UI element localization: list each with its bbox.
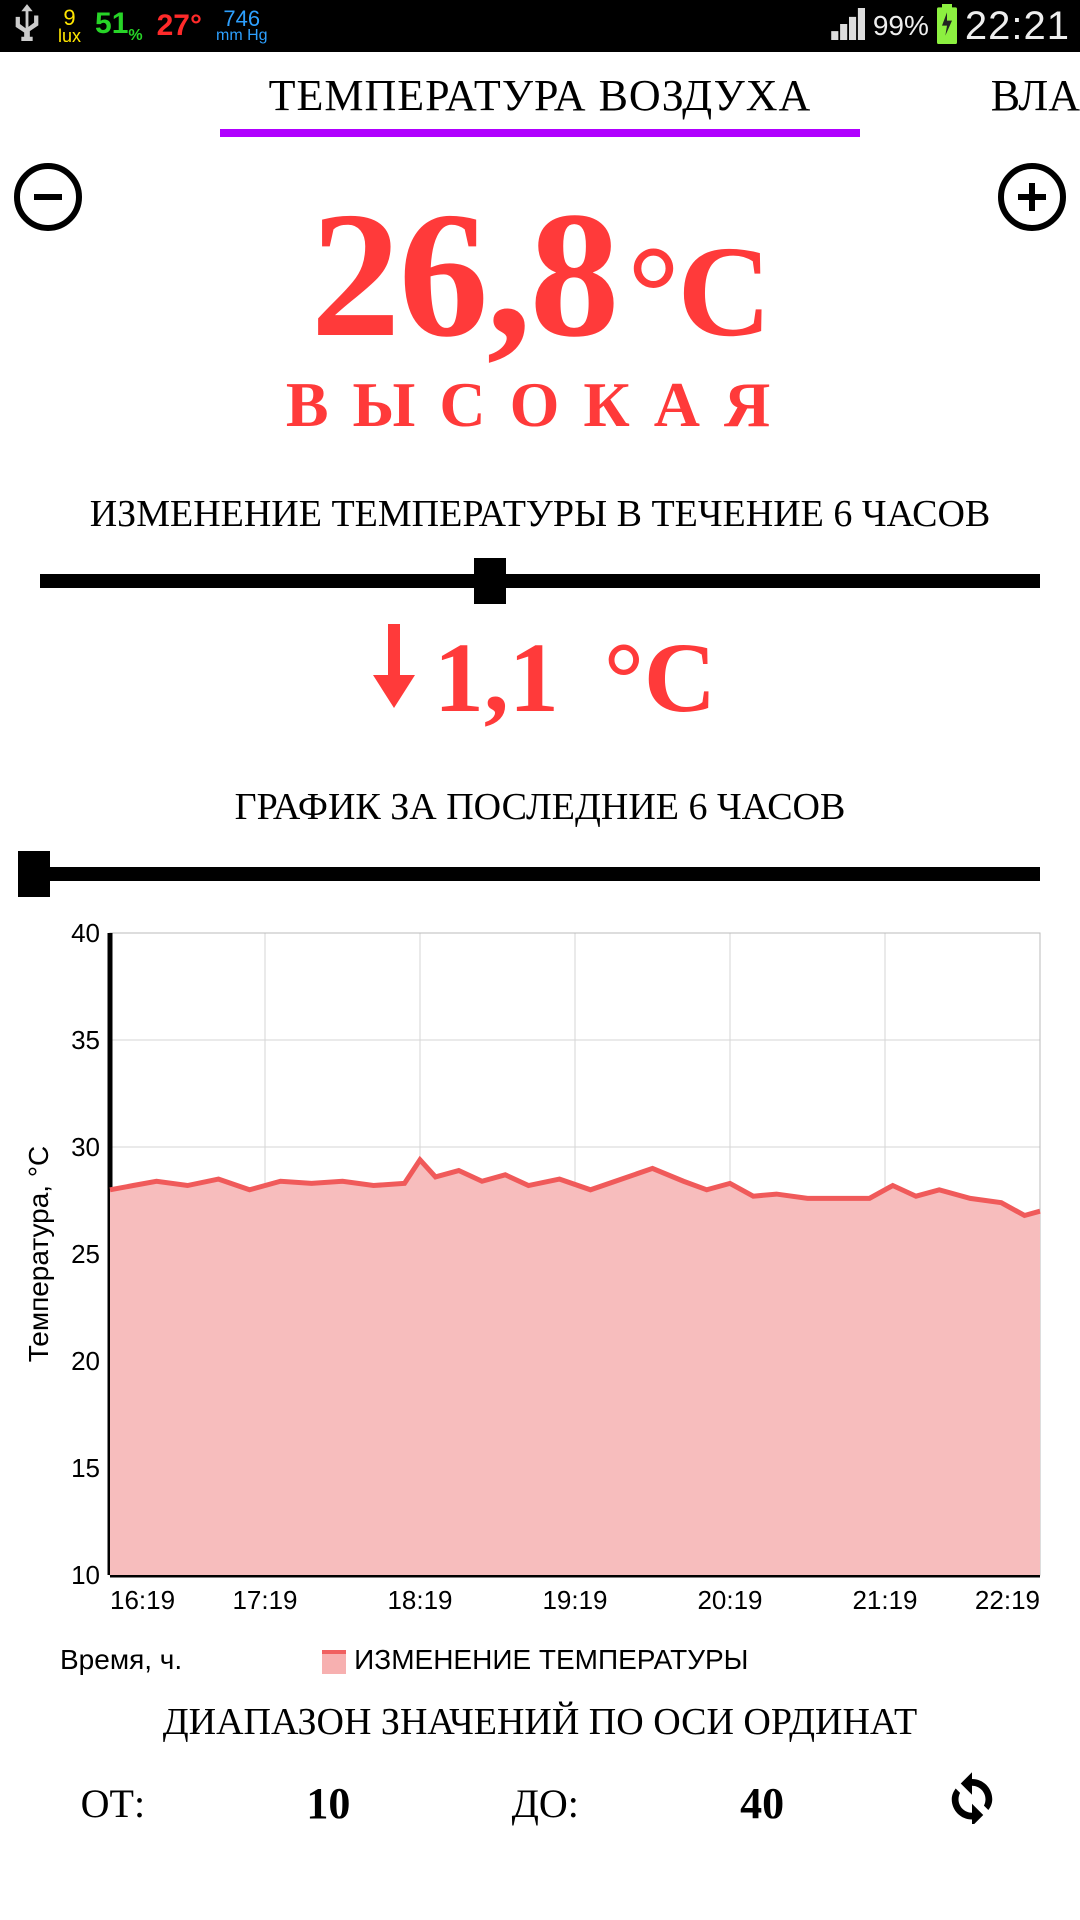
- range-row: ОТ: 10 ДО: 40: [0, 1770, 1080, 1837]
- plus-button[interactable]: [998, 163, 1066, 231]
- legend-swatch-icon: [322, 1650, 346, 1674]
- temperature-chart: 10 15 20 25 30 35 40 16:19 17:19 18:19 19:19 20:19 2…: [28, 915, 1052, 1630]
- temperature-rating: ВЫСОКАЯ: [0, 368, 1080, 442]
- chart-legend: ИЗМЕНЕНИЕ ТЕМПЕРАТУРЫ: [322, 1644, 748, 1676]
- chart-xlabel: Время, ч.: [60, 1644, 182, 1676]
- temperature-delta: 1,1 °C: [0, 620, 1080, 735]
- svg-text:20: 20: [71, 1346, 100, 1376]
- svg-text:35: 35: [71, 1025, 100, 1055]
- svg-text:25: 25: [71, 1239, 100, 1269]
- tab-underline: [220, 129, 860, 137]
- svg-text:16:19: 16:19: [110, 1585, 175, 1615]
- svg-text:40: 40: [71, 918, 100, 948]
- status-bar: 9 lux 51% 27° 746 mm Hg 99% 22:21: [0, 0, 1080, 52]
- range-to-value[interactable]: 40: [740, 1778, 784, 1829]
- svg-text:21:19: 21:19: [852, 1585, 917, 1615]
- svg-text:30: 30: [71, 1132, 100, 1162]
- svg-text:17:19: 17:19: [232, 1585, 297, 1615]
- clock: 22:21: [965, 4, 1070, 49]
- chart-legend-row: Время, ч. ИЗМЕНЕНИЕ ТЕМПЕРАТУРЫ: [60, 1644, 1020, 1676]
- chart-slider[interactable]: [18, 843, 1040, 903]
- reload-button[interactable]: [945, 1770, 999, 1837]
- tabs: ТЕМПЕРАТУРА ВОЗДУХА ВЛА: [0, 70, 1080, 137]
- delta-value: 1,1: [434, 620, 559, 735]
- change-section-title: ИЗМЕНЕНИЕ ТЕМПЕРАТУРЫ В ТЕЧЕНИЕ 6 ЧАСОВ: [0, 492, 1080, 536]
- main-temperature-unit: °C: [628, 220, 770, 364]
- chart-section-title: ГРАФИК ЗА ПОСЛЕДНИЕ 6 ЧАСОВ: [0, 785, 1080, 829]
- signal-icon: [831, 8, 867, 45]
- svg-text:18:19: 18:19: [387, 1585, 452, 1615]
- lux-unit: lux: [58, 28, 81, 44]
- pressure-indicator: 746 mm Hg: [216, 9, 268, 43]
- lux-indicator: 9 lux: [58, 8, 81, 44]
- arrow-down-icon: [364, 620, 424, 735]
- svg-text:20:19: 20:19: [697, 1585, 762, 1615]
- range-title: ДИАПАЗОН ЗНАЧЕНИЙ ПО ОСИ ОРДИНАТ: [0, 1700, 1080, 1744]
- main-temperature: 26,8°C: [0, 171, 1080, 378]
- range-to-label: ДО:: [512, 1780, 579, 1827]
- svg-text:10: 10: [71, 1560, 100, 1590]
- svg-text:Температура, °C: Температура, °C: [28, 1146, 54, 1363]
- svg-text:19:19: 19:19: [542, 1585, 607, 1615]
- main-temperature-value: 26,8: [311, 175, 618, 374]
- temp-indicator: 27°: [157, 9, 202, 43]
- usb-icon: [10, 4, 44, 49]
- range-from-label: ОТ:: [81, 1780, 145, 1827]
- range-from-value[interactable]: 10: [306, 1778, 350, 1829]
- tab-temperature[interactable]: ТЕМПЕРАТУРА ВОЗДУХА: [0, 70, 1080, 129]
- change-slider-thumb[interactable]: [474, 558, 506, 604]
- minus-button[interactable]: [14, 163, 82, 231]
- humidity-indicator: 51%: [95, 7, 143, 45]
- change-slider[interactable]: [40, 550, 1040, 610]
- tab-humidity-partial[interactable]: ВЛА: [991, 70, 1080, 121]
- battery-percent: 99%: [873, 10, 929, 42]
- battery-charging-icon: [935, 4, 959, 49]
- svg-text:22:19: 22:19: [975, 1585, 1040, 1615]
- delta-unit: °C: [604, 620, 716, 735]
- chart-slider-thumb[interactable]: [18, 851, 50, 897]
- svg-text:15: 15: [71, 1453, 100, 1483]
